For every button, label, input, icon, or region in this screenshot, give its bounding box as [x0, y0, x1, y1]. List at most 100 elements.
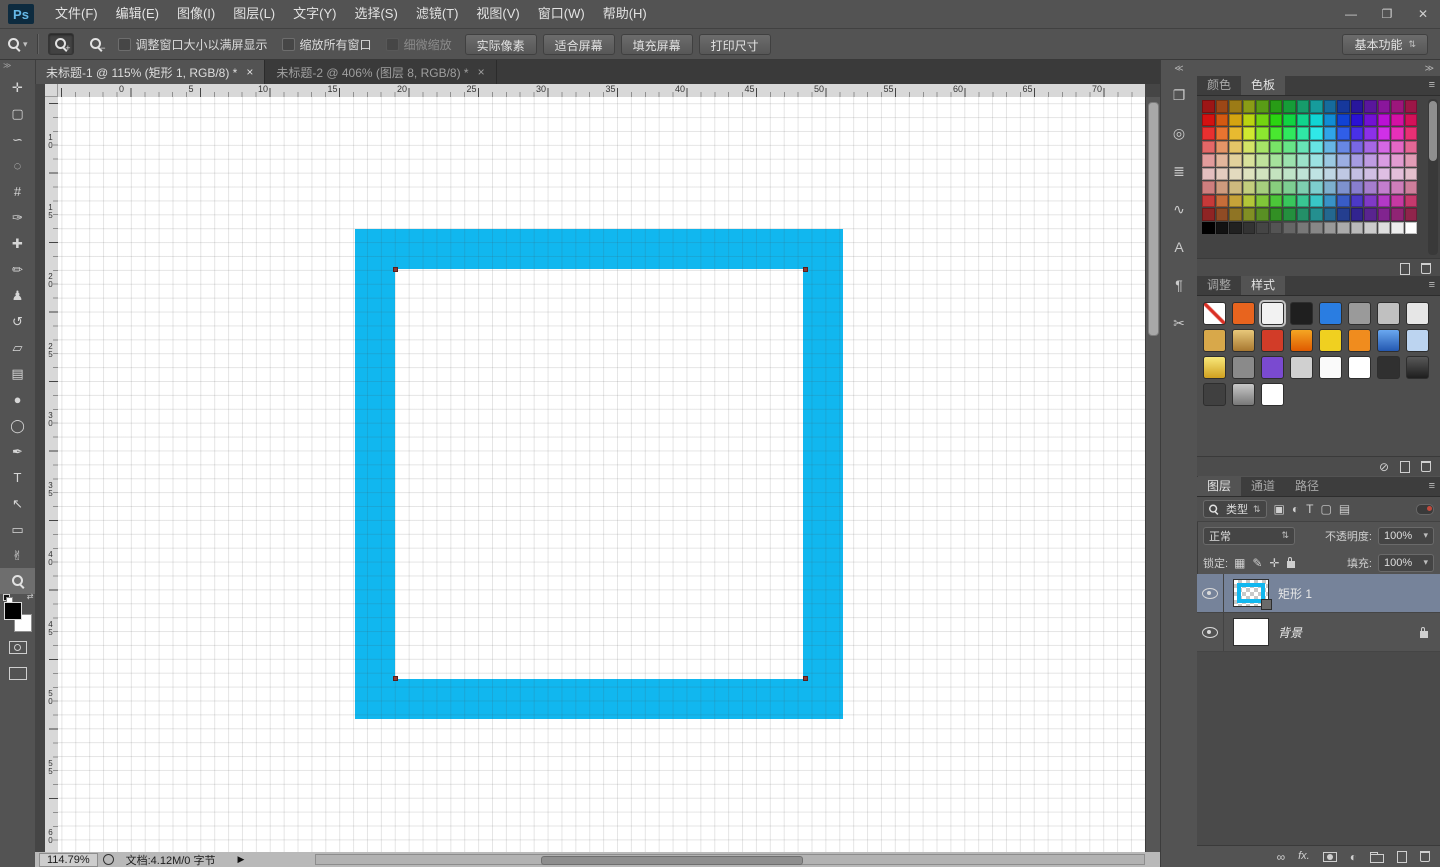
color-swatch[interactable] [1364, 154, 1377, 167]
opacity-dropdown[interactable]: 100% ▾ [1378, 527, 1434, 545]
color-swatch[interactable] [1216, 154, 1229, 167]
color-swatch[interactable] [1351, 141, 1364, 154]
swap-colors-icon[interactable]: ⇄ [27, 592, 34, 601]
color-swatch[interactable] [1351, 222, 1364, 235]
close-tab-icon[interactable]: × [478, 65, 485, 79]
style-swatch[interactable] [1290, 356, 1313, 379]
style-swatch[interactable] [1203, 302, 1226, 325]
panel-menu-icon[interactable]: ≡ [1429, 76, 1435, 95]
style-swatch[interactable] [1348, 329, 1371, 352]
zoom-tool[interactable] [0, 568, 35, 594]
lasso-tool[interactable]: ∽ [0, 126, 35, 152]
color-swatch[interactable] [1364, 114, 1377, 127]
color-swatch[interactable] [1270, 114, 1283, 127]
color-swatch[interactable] [1324, 208, 1337, 221]
zoom-in-button[interactable]: + [48, 33, 74, 55]
link-layers-icon[interactable]: ∞ [1277, 851, 1286, 863]
zoom-option-checkbox[interactable]: 细微缩放 [386, 36, 452, 53]
zoom-level-field[interactable]: 114.79% [39, 853, 98, 867]
color-swatch[interactable] [1202, 195, 1215, 208]
color-swatch[interactable] [1337, 195, 1350, 208]
zoom-action-button[interactable]: 填充屏幕 [621, 34, 693, 55]
blend-mode-dropdown[interactable]: 正常 ⇅ [1203, 527, 1295, 545]
color-swatch[interactable] [1337, 154, 1350, 167]
color-swatch[interactable] [1202, 208, 1215, 221]
color-swatch[interactable] [1405, 127, 1418, 140]
workspace-switcher[interactable]: 基本功能 ⇅ [1342, 34, 1428, 55]
toolbar-collapse-icon[interactable]: ≫ [0, 60, 35, 74]
color-swatch[interactable] [1337, 114, 1350, 127]
tab-swatches[interactable]: 色板 [1241, 76, 1285, 95]
color-swatch[interactable] [1391, 195, 1404, 208]
color-swatch[interactable] [1229, 222, 1242, 235]
menu-item[interactable]: 图像(I) [168, 0, 224, 28]
gradient-tool[interactable]: ▤ [0, 360, 35, 386]
color-swatch[interactable] [1216, 195, 1229, 208]
color-swatch[interactable] [1283, 222, 1296, 235]
color-swatch[interactable] [1256, 141, 1269, 154]
color-swatch[interactable] [1202, 141, 1215, 154]
fill-dropdown[interactable]: 100% ▾ [1378, 554, 1434, 572]
style-swatch[interactable] [1319, 356, 1342, 379]
eye-icon[interactable] [1202, 588, 1218, 599]
filter-type-dropdown[interactable]: 类型 ⇅ [1203, 500, 1267, 518]
color-swatch[interactable] [1216, 222, 1229, 235]
document-tab-2[interactable]: 未标题-2 @ 406% (图层 8, RGB/8) * × [265, 60, 496, 84]
color-swatch[interactable] [1243, 181, 1256, 194]
checkbox-icon[interactable] [386, 38, 399, 51]
color-swatch[interactable] [1391, 114, 1404, 127]
eye-icon[interactable] [1202, 627, 1218, 638]
ruler-origin-corner[interactable] [45, 84, 58, 97]
tab-adjustments[interactable]: 调整 [1197, 276, 1241, 295]
filter-pixel-layers-icon[interactable]: ▣ [1274, 503, 1285, 515]
checkbox-icon[interactable] [282, 38, 295, 51]
scroll-thumb[interactable] [1429, 101, 1437, 161]
color-swatch[interactable] [1364, 208, 1377, 221]
color-swatch[interactable] [1405, 141, 1418, 154]
color-swatch[interactable] [1378, 222, 1391, 235]
color-swatch[interactable] [1297, 100, 1310, 113]
color-swatch[interactable] [1243, 208, 1256, 221]
delete-layer-icon[interactable] [1420, 851, 1430, 862]
color-swatch[interactable] [1351, 114, 1364, 127]
color-swatch[interactable] [1378, 154, 1391, 167]
style-swatch[interactable] [1203, 383, 1226, 406]
clear-style-icon[interactable]: ⊘ [1379, 461, 1389, 473]
minimize-button[interactable]: — [1342, 7, 1360, 21]
menu-item[interactable]: 视图(V) [467, 0, 528, 28]
collapse-panels-icon[interactable]: ≫ [1197, 60, 1440, 76]
color-swatch[interactable] [1202, 154, 1215, 167]
dodge-tool[interactable]: ◯ [0, 412, 35, 438]
menu-item[interactable]: 窗口(W) [529, 0, 594, 28]
color-swatch[interactable] [1297, 114, 1310, 127]
menu-item[interactable]: 滤镜(T) [407, 0, 468, 28]
color-swatch[interactable] [1364, 100, 1377, 113]
color-swatch[interactable] [1229, 195, 1242, 208]
filter-shape-layers-icon[interactable]: ▢ [1320, 503, 1331, 515]
color-swatch[interactable] [1310, 141, 1323, 154]
color-swatch[interactable] [1351, 208, 1364, 221]
navigator-panel-button[interactable]: ◎ [1161, 114, 1197, 152]
color-swatch[interactable] [1229, 100, 1242, 113]
tab-color[interactable]: 颜色 [1197, 76, 1241, 95]
color-swatch[interactable] [1405, 222, 1418, 235]
default-colors-button[interactable] [3, 594, 13, 602]
layer-thumbnail[interactable] [1233, 579, 1269, 607]
color-swatch[interactable] [1391, 141, 1404, 154]
close-button[interactable]: ✕ [1414, 7, 1432, 21]
tab-layers[interactable]: 图层 [1197, 477, 1241, 496]
color-swatch[interactable] [1297, 208, 1310, 221]
layer-name[interactable]: 矩形 1 [1278, 585, 1312, 602]
document-tab-1[interactable]: 未标题-1 @ 115% (矩形 1, RGB/8) * × [35, 60, 265, 84]
color-swatch[interactable] [1283, 195, 1296, 208]
color-swatch[interactable] [1351, 195, 1364, 208]
new-group-icon[interactable] [1370, 854, 1384, 863]
history-brush-tool[interactable]: ↺ [0, 308, 35, 334]
color-swatch[interactable] [1310, 181, 1323, 194]
zoom-option-checkbox[interactable]: 缩放所有窗口 [282, 36, 372, 53]
filter-switch[interactable] [1416, 504, 1434, 515]
delete-swatch-icon[interactable] [1421, 263, 1431, 274]
color-swatch[interactable] [1243, 127, 1256, 140]
color-swatch[interactable] [1297, 141, 1310, 154]
color-swatch[interactable] [1378, 141, 1391, 154]
